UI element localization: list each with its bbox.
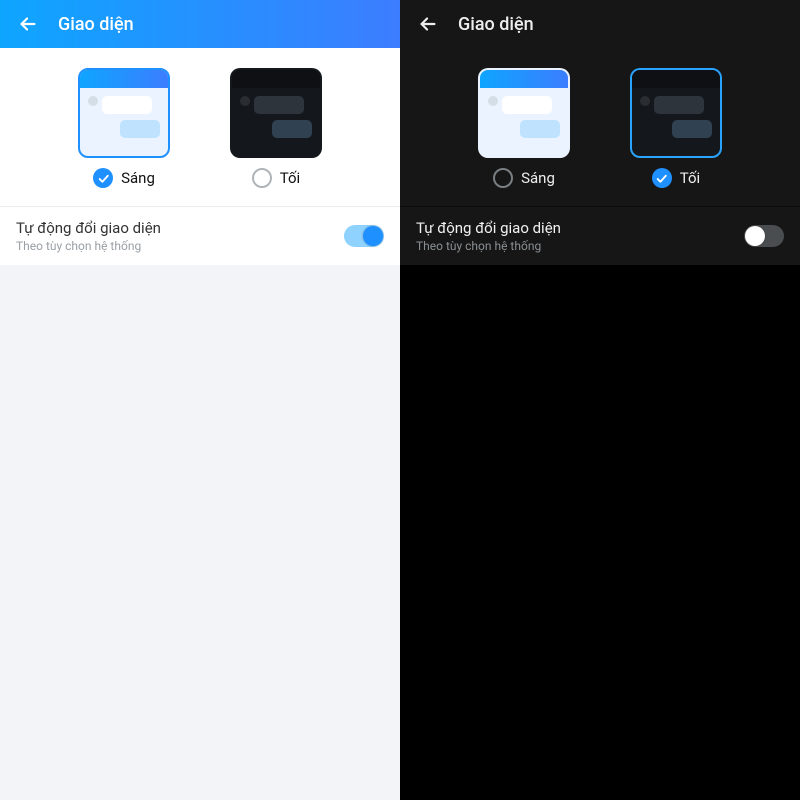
header-bar: Giao diện xyxy=(0,0,400,48)
theme-option-light-radio-row: Sáng xyxy=(493,168,555,188)
dark-theme-screen: Giao diện Sáng xyxy=(400,0,800,800)
back-arrow-icon[interactable] xyxy=(16,12,40,36)
light-preview-card xyxy=(478,68,570,158)
auto-theme-subtitle: Theo tùy chọn hệ thống xyxy=(16,239,161,253)
theme-option-dark[interactable]: Tối xyxy=(630,68,722,188)
theme-option-dark-radio-row: Tối xyxy=(252,168,300,188)
auto-theme-subtitle: Theo tùy chọn hệ thống xyxy=(416,239,561,253)
auto-theme-title: Tự động đổi giao diện xyxy=(16,219,161,237)
theme-option-dark-label: Tối xyxy=(680,169,700,187)
auto-theme-toggle[interactable] xyxy=(344,225,384,247)
header-title: Giao diện xyxy=(58,14,134,35)
toggle-knob xyxy=(745,226,765,246)
radio-checked-icon[interactable] xyxy=(652,168,672,188)
theme-option-light[interactable]: Sáng xyxy=(478,68,570,188)
auto-theme-row: Tự động đổi giao diện Theo tùy chọn hệ t… xyxy=(400,206,800,265)
theme-options: Sáng Tối xyxy=(0,48,400,206)
auto-theme-text: Tự động đổi giao diện Theo tùy chọn hệ t… xyxy=(16,219,161,253)
theme-option-light[interactable]: Sáng xyxy=(78,68,170,188)
radio-empty-icon[interactable] xyxy=(252,168,272,188)
dark-preview-card xyxy=(230,68,322,158)
theme-options: Sáng Tối xyxy=(400,48,800,206)
theme-option-light-label: Sáng xyxy=(121,169,155,187)
light-preview-card xyxy=(78,68,170,158)
dark-preview-card xyxy=(630,68,722,158)
auto-theme-text: Tự động đổi giao diện Theo tùy chọn hệ t… xyxy=(416,219,561,253)
radio-empty-icon[interactable] xyxy=(493,168,513,188)
back-arrow-icon[interactable] xyxy=(416,12,440,36)
header-title: Giao diện xyxy=(458,14,534,35)
theme-option-dark-label: Tối xyxy=(280,169,300,187)
theme-option-light-radio-row: Sáng xyxy=(93,168,155,188)
theme-option-light-label: Sáng xyxy=(521,169,555,187)
header-bar: Giao diện xyxy=(400,0,800,48)
theme-option-dark-radio-row: Tối xyxy=(652,168,700,188)
auto-theme-title: Tự động đổi giao diện xyxy=(416,219,561,237)
auto-theme-row: Tự động đổi giao diện Theo tùy chọn hệ t… xyxy=(0,206,400,265)
light-theme-screen: Giao diện Sáng xyxy=(0,0,400,800)
theme-option-dark[interactable]: Tối xyxy=(230,68,322,188)
auto-theme-toggle[interactable] xyxy=(744,225,784,247)
radio-checked-icon[interactable] xyxy=(93,168,113,188)
toggle-knob xyxy=(363,226,383,246)
